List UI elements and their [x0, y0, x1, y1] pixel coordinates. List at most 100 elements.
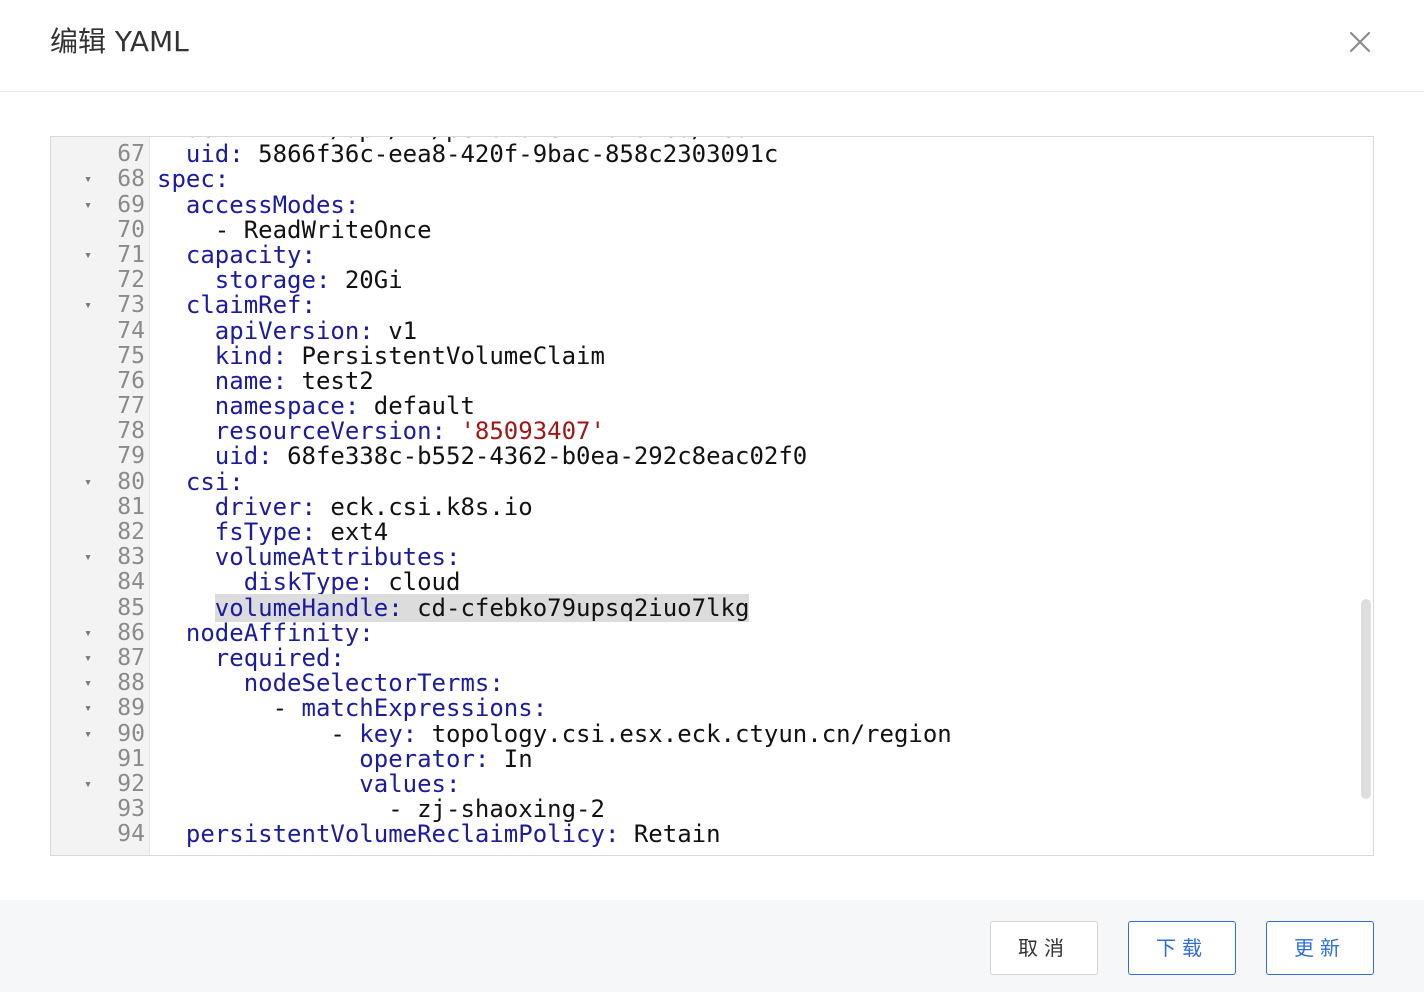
code-line[interactable]: ▾ 69 accessModes:	[51, 190, 1361, 219]
code-line[interactable]: ▾ 90 - key: topology.csi.esx.eck.ctyun.cn…	[51, 719, 1361, 748]
code-line[interactable]: ▾ 83 volumeAttributes:	[51, 543, 1361, 572]
line-number: 88	[117, 670, 145, 697]
line-number: 81	[117, 493, 145, 520]
code-line[interactable]: ▾ 89 - matchExpressions:	[51, 696, 1361, 721]
fold-arrow-icon[interactable]: ▾	[81, 696, 95, 721]
code-line[interactable]: 75 kind: PersistentVolumeClaim	[51, 341, 1361, 370]
dialog-title: 编辑 YAML	[50, 25, 189, 58]
fold-arrow-icon[interactable]: ▾	[81, 293, 95, 318]
code-text: driver: eck.csi.k8s.io	[214, 492, 533, 521]
yaml-key: kind	[214, 341, 273, 370]
fold-arrow-icon[interactable]: ▾	[81, 545, 95, 570]
line-number: 79	[117, 443, 145, 470]
line-number: 67	[117, 141, 145, 168]
code-line[interactable]: ▾ 88 nodeSelectorTerms:	[51, 669, 1361, 698]
code-line[interactable]: 91 operator: In	[51, 744, 1361, 773]
yaml-value: zj-shaoxing-2	[417, 795, 605, 824]
code-text: required:	[214, 643, 345, 672]
line-number: 70	[117, 216, 145, 243]
edit-yaml-dialog: 编辑 YAML 66 selfLink: /api/v1/persistentv…	[0, 0, 1424, 992]
code-line[interactable]: ▾ 92 values:	[51, 769, 1361, 798]
editor-scrollbar[interactable]	[1361, 599, 1371, 799]
yaml-key: name	[214, 366, 273, 395]
code-text: operator: In	[359, 744, 533, 773]
code-text: namespace: default	[214, 392, 475, 421]
code-line[interactable]: 77 namespace: default	[51, 392, 1361, 421]
code-line[interactable]: 74 apiVersion: v1	[51, 316, 1361, 345]
code-line[interactable]: 81 driver: eck.csi.k8s.io	[51, 492, 1361, 521]
yaml-value: cloud	[388, 568, 461, 597]
code-text: resourceVersion: '85093407'	[214, 417, 605, 446]
yaml-value: topology.csi.esx.eck.ctyun.cn/region	[431, 719, 952, 748]
code-line[interactable]: 84 diskType: cloud	[51, 570, 1361, 595]
fold-arrow-icon[interactable]: ▾	[81, 671, 95, 696]
code-line[interactable]: 93 - zj-shaoxing-2	[51, 795, 1361, 824]
yaml-key: nodeSelectorTerms	[243, 669, 490, 698]
code-text: diskType: cloud	[243, 568, 461, 597]
yaml-editor[interactable]: 66 selfLink: /api/v1/persistentvolumes/t…	[50, 136, 1374, 856]
fold-arrow-icon[interactable]: ▾	[81, 470, 95, 495]
code-line[interactable]: ▾ 80 csi:	[51, 469, 1361, 495]
fold-arrow-icon[interactable]: ▾	[81, 722, 95, 747]
close-icon[interactable]	[1342, 24, 1378, 60]
yaml-key: apiVersion	[214, 316, 360, 345]
yaml-key: required	[214, 643, 331, 672]
code-line[interactable]: 78 resourceVersion: '85093407'	[51, 419, 1361, 444]
line-number: 90	[117, 720, 145, 747]
code-text: - zj-shaoxing-2	[388, 795, 605, 824]
yaml-value: v1	[388, 316, 418, 345]
code-line[interactable]: 70 - ReadWriteOnce	[51, 216, 1361, 243]
code-lines: 66 selfLink: /api/v1/persistentvolumes/t…	[51, 137, 1361, 847]
yaml-key: accessModes	[185, 190, 345, 219]
code-line[interactable]: ▾ 87 required:	[51, 643, 1361, 672]
yaml-value: 20Gi	[344, 266, 403, 295]
download-button[interactable]: 下载	[1128, 921, 1236, 975]
yaml-key: namespace	[214, 392, 345, 421]
fold-arrow-icon[interactable]: ▾	[81, 621, 95, 646]
code-line[interactable]: 79 uid: 68fe338c-b552-4362-b0ea-292c8eac…	[51, 444, 1361, 469]
code-text: storage: 20Gi	[214, 266, 403, 295]
yaml-key: uid	[185, 140, 230, 169]
update-button[interactable]: 更新	[1266, 921, 1374, 975]
fold-arrow-icon[interactable]: ▾	[81, 193, 95, 218]
fold-arrow-icon[interactable]: ▾	[81, 772, 95, 797]
fold-arrow-icon[interactable]: ▾	[81, 167, 95, 192]
code-text: uid: 5866f36c-eea8-420f-9bac-858c2303091…	[185, 140, 779, 169]
yaml-key: volumeAttributes	[214, 543, 446, 572]
code-line[interactable]: 67 uid: 5866f36c-eea8-420f-9bac-858c2303…	[51, 140, 1361, 169]
cancel-button[interactable]: 取消	[990, 921, 1098, 975]
line-number: 85	[117, 594, 145, 621]
code-text: capacity:	[185, 240, 316, 269]
code-line[interactable]: 82 fsType: ext4	[51, 518, 1361, 546]
yaml-key: resourceVersion	[214, 417, 432, 446]
yaml-key: fsType	[214, 518, 302, 546]
yaml-key: key	[359, 719, 403, 748]
code-line[interactable]: 94 persistentVolumeReclaimPolicy: Retain	[51, 822, 1361, 847]
code-text: - matchExpressions:	[272, 694, 548, 723]
code-line[interactable]: 85 volumeHandle: cd-cfebko79upsq2iuo7lkg	[51, 593, 1361, 622]
fold-arrow-icon[interactable]: ▾	[81, 646, 95, 671]
code-line[interactable]: ▾ 86 nodeAffinity:	[51, 620, 1361, 646]
code-line[interactable]: ▾ 73 claimRef:	[51, 293, 1361, 318]
code-line[interactable]: ▾ 71 capacity:	[51, 240, 1361, 269]
code-line[interactable]: ▾ 68 spec:	[51, 167, 1361, 192]
code-line[interactable]: 76 name: test2	[51, 366, 1361, 395]
code-text: volumeHandle: cd-cfebko79upsq2iuo7lkg	[157, 593, 750, 622]
line-number: 68	[117, 166, 145, 193]
line-number: 69	[117, 191, 145, 218]
yaml-key: values	[359, 769, 446, 798]
yaml-value: PersistentVolumeClaim	[301, 341, 605, 370]
yaml-value: ext4	[330, 518, 389, 546]
yaml-value: 68fe338c-b552-4362-b0ea-292c8eac02f0	[287, 442, 808, 471]
code-text: name: test2	[214, 366, 374, 395]
code-line[interactable]: 72 storage: 20Gi	[51, 266, 1361, 295]
code-text: accessModes:	[185, 190, 360, 219]
dialog-footer: 取消 下载 更新	[0, 900, 1424, 992]
code-text: nodeSelectorTerms:	[243, 669, 504, 698]
yaml-key: uid	[214, 442, 259, 471]
yaml-key: capacity	[185, 240, 302, 269]
yaml-value: 5866f36c-eea8-420f-9bac-858c2303091c	[258, 140, 779, 169]
line-number: 74	[117, 317, 145, 344]
fold-arrow-icon[interactable]: ▾	[81, 243, 95, 268]
yaml-value: Retain	[633, 820, 721, 849]
